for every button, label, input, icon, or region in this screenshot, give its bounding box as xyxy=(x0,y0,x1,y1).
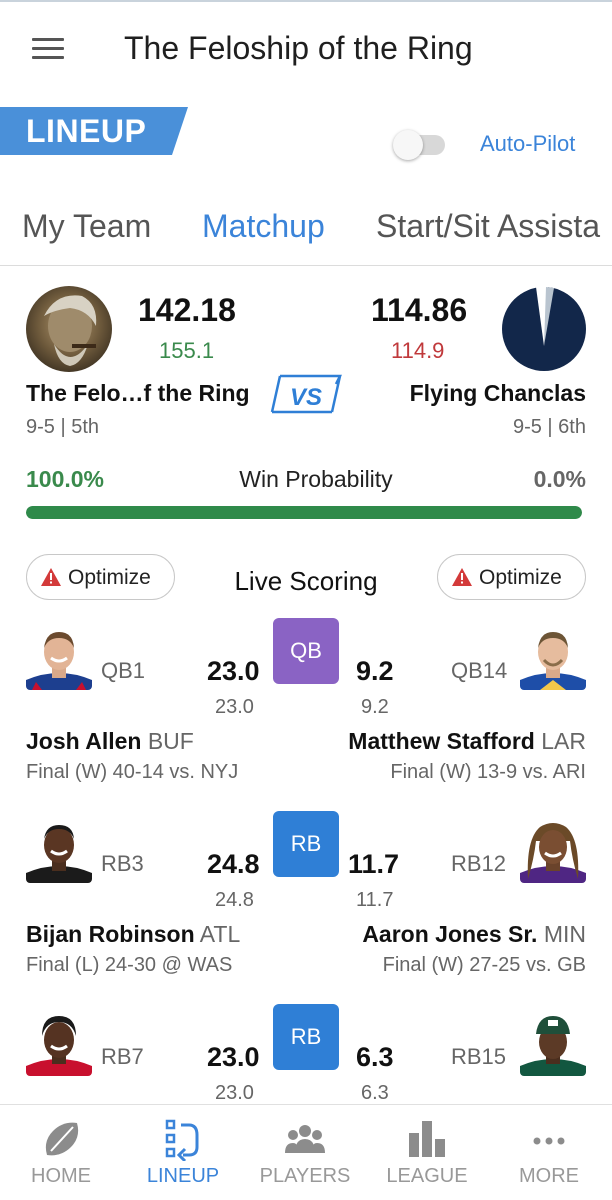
lineup-swap-icon xyxy=(165,1119,199,1161)
player-headshot-right-rb2[interactable] xyxy=(520,1012,586,1076)
position-badge-rb: RB xyxy=(273,1004,339,1070)
away-win-probability: 0.0% xyxy=(533,466,586,492)
lineup-row-rb1[interactable]: RB3 24.8 24.8 RB 11.7 11.7 RB12 Bijan Ro… xyxy=(0,811,612,1003)
live-scoring-title: Live Scoring xyxy=(234,566,378,596)
player-headshot-aaron-jones[interactable] xyxy=(520,819,586,883)
left-player-name: Bijan Robinson xyxy=(26,921,195,947)
more-dots-icon xyxy=(533,1137,565,1145)
lineup-row-qb[interactable]: QB1 23.0 23.0 QB 9.2 9.2 QB14 Josh Allen… xyxy=(0,618,612,810)
right-player-points: 9.2 xyxy=(356,656,394,686)
home-optimize-label: Optimize xyxy=(68,566,151,589)
player-headshot-josh-allen[interactable] xyxy=(26,626,92,690)
position-badge-qb: QB xyxy=(273,618,339,684)
league-title: The Feloship of the Ring xyxy=(124,30,473,66)
home-optimize-button[interactable]: Optimize xyxy=(26,554,175,600)
nav-lineup-label: LINEUP xyxy=(146,1165,220,1187)
left-player-projection: 23.0 xyxy=(215,1082,254,1104)
players-group-icon xyxy=(285,1125,325,1153)
autopilot-toggle[interactable] xyxy=(393,130,447,160)
left-player-game-status: Final (L) 24-30 @ WAS xyxy=(26,954,233,976)
right-player-rank: QB14 xyxy=(451,658,508,683)
lineup-section-banner: LINEUP xyxy=(0,107,188,155)
nav-lineup[interactable]: LINEUP xyxy=(122,1105,244,1200)
lineup-label: LINEUP xyxy=(26,113,147,149)
left-player-projection: 24.8 xyxy=(215,889,254,911)
left-player-game-status: Final (W) 40-14 vs. NYJ xyxy=(26,761,239,783)
right-player-name-line[interactable]: Aaron Jones Sr. MIN xyxy=(362,921,586,948)
bottom-navigation: HOME LINEUP PLAYERS LEAGUE MORE xyxy=(0,1104,612,1200)
right-player-points: 6.3 xyxy=(356,1042,394,1072)
tab-bar: My Team Matchup Start/Sit Assista xyxy=(0,196,612,266)
left-player-name-line[interactable]: Bijan Robinson ATL xyxy=(26,921,240,948)
vs-text: VS xyxy=(290,384,322,411)
right-player-projection: 6.3 xyxy=(361,1082,389,1104)
left-player-points: 23.0 xyxy=(207,1042,260,1072)
autopilot-label[interactable]: Auto-Pilot xyxy=(480,131,575,157)
left-player-team: BUF xyxy=(147,728,194,754)
home-team-record: 9-5 | 5th xyxy=(26,416,100,438)
left-player-rank: QB1 xyxy=(101,658,146,683)
player-headshot-bijan-robinson[interactable] xyxy=(26,819,92,883)
left-player-points: 23.0 xyxy=(207,656,260,686)
nav-more[interactable]: MORE xyxy=(488,1105,610,1200)
right-player-rank: RB15 xyxy=(451,1044,507,1069)
away-optimize-button[interactable]: Optimize xyxy=(437,554,586,600)
right-player-name-line[interactable]: Matthew Stafford LAR xyxy=(348,728,586,755)
left-player-name: Josh Allen xyxy=(26,728,142,754)
right-player-name: Matthew Stafford xyxy=(348,728,535,754)
tab-start-sit-assistant[interactable]: Start/Sit Assista xyxy=(376,208,600,245)
tab-matchup[interactable]: Matchup xyxy=(202,208,325,245)
right-player-team: LAR xyxy=(541,728,586,754)
away-team-record: 9-5 | 6th xyxy=(512,416,586,438)
right-player-name: Aaron Jones Sr. xyxy=(362,921,538,947)
right-player-game-status: Final (W) 27-25 vs. GB xyxy=(382,954,586,976)
right-player-team: MIN xyxy=(543,921,586,947)
home-team-name[interactable]: The Felo…f the Ring xyxy=(26,380,250,407)
warning-icon xyxy=(452,568,472,586)
away-team-avatar[interactable] xyxy=(502,286,586,372)
right-player-game-status: Final (W) 13-9 vs. ARI xyxy=(390,761,586,783)
away-projected: 114.9 xyxy=(391,338,445,363)
league-bars-icon xyxy=(409,1121,445,1157)
nav-players[interactable]: PLAYERS xyxy=(244,1105,366,1200)
warning-icon xyxy=(41,568,61,586)
home-projected: 155.1 xyxy=(159,338,215,363)
right-player-projection: 9.2 xyxy=(361,696,389,718)
vs-logo: VS xyxy=(270,372,343,416)
left-player-rank: RB3 xyxy=(101,851,144,876)
right-player-points: 11.7 xyxy=(348,849,400,879)
win-probability-fill xyxy=(26,506,582,519)
position-badge-rb: RB xyxy=(273,811,339,877)
tab-my-team[interactable]: My Team xyxy=(22,208,151,245)
hamburger-menu-icon[interactable] xyxy=(30,38,66,62)
app-header: The Feloship of the Ring xyxy=(0,2,612,98)
left-player-rank: RB7 xyxy=(101,1044,144,1069)
win-probability-row: 100.0% Win Probability 0.0% xyxy=(26,466,586,496)
left-player-projection: 23.0 xyxy=(215,696,254,718)
win-probability-label: Win Probability xyxy=(239,466,393,492)
win-probability-bar xyxy=(26,506,582,519)
away-team-name[interactable]: Flying Chanclas xyxy=(410,380,586,407)
nav-players-label: PLAYERS xyxy=(259,1165,351,1187)
home-win-probability: 100.0% xyxy=(26,466,105,492)
player-headshot-left-rb2[interactable] xyxy=(26,1012,92,1076)
nav-league-label: LEAGUE xyxy=(386,1165,468,1187)
away-optimize-label: Optimize xyxy=(479,566,562,589)
nav-more-label: MORE xyxy=(519,1165,579,1187)
right-player-rank: RB12 xyxy=(451,851,507,876)
left-player-team: ATL xyxy=(199,921,241,947)
right-player-projection: 11.7 xyxy=(356,889,394,911)
away-score: 114.86 xyxy=(371,292,468,328)
home-team-avatar[interactable] xyxy=(26,286,112,372)
player-headshot-matthew-stafford[interactable] xyxy=(520,626,586,690)
nav-home[interactable]: HOME xyxy=(0,1105,122,1200)
home-score: 142.18 xyxy=(138,292,236,328)
nav-home-label: HOME xyxy=(31,1165,91,1187)
left-player-name-line[interactable]: Josh Allen BUF xyxy=(26,728,194,755)
football-icon xyxy=(45,1122,79,1156)
left-player-points: 24.8 xyxy=(207,849,260,879)
nav-league[interactable]: LEAGUE xyxy=(366,1105,488,1200)
